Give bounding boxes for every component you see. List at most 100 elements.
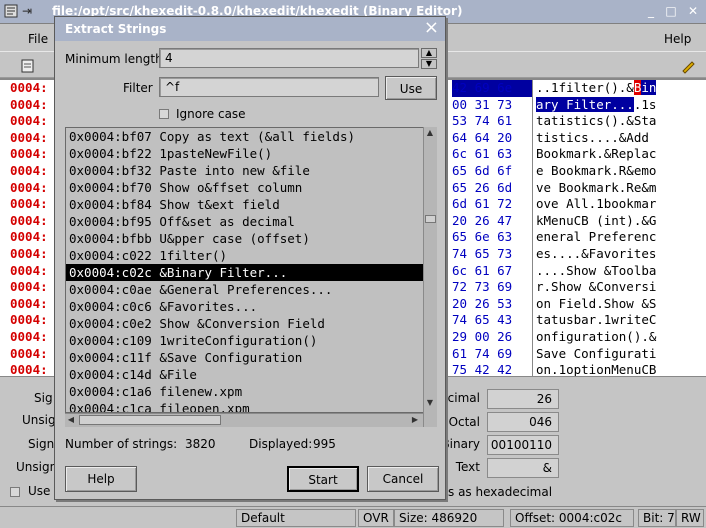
list-item[interactable]: 0x0004:c1a6 filenew.xpm	[66, 383, 426, 400]
hex-cell[interactable]: 65 6d 6f	[452, 163, 532, 180]
offset-cell: 0004:	[10, 295, 48, 311]
hex-cell[interactable]: 64 64 20	[452, 130, 532, 147]
list-item[interactable]: 0x0004:bfbb U&pper case (offset)	[66, 230, 426, 247]
hex-cell[interactable]: 6d 61 72	[452, 196, 532, 213]
list-item[interactable]: 0x0004:c11f &Save Configuration	[66, 349, 426, 366]
hex-cell[interactable]: 20 26 53	[452, 296, 532, 313]
list-item-offset: 0x0004:bf07	[69, 129, 152, 144]
use-checkbox[interactable]	[10, 487, 20, 497]
ascii-cell[interactable]: Save Configurati	[536, 346, 690, 363]
filter-use-button[interactable]: Use	[385, 76, 437, 100]
scroll-left-arrow-icon[interactable]: ◀	[65, 414, 77, 426]
hex-cell[interactable]: 53 74 61	[452, 113, 532, 130]
menu-help[interactable]: Help	[664, 32, 691, 46]
ascii-cell[interactable]: ve Bookmark.Re&m	[536, 180, 690, 197]
hex-cell[interactable]: 42 69 6e	[452, 80, 532, 97]
offset-cell: 0004:	[10, 229, 48, 245]
ascii-cell[interactable]: r.Show &Conversi	[536, 279, 690, 296]
maximize-button[interactable]: □	[664, 4, 678, 18]
hex-cell[interactable]: 61 74 69	[452, 346, 532, 363]
hex-cell[interactable]: 74 65 73	[452, 246, 532, 263]
list-item[interactable]: 0x0004:c022 1filter()	[66, 247, 426, 264]
list-item[interactable]: 0x0004:bf70 Show o&ffset column	[66, 179, 426, 196]
list-item[interactable]: 0x0004:c0ae &General Preferences...	[66, 281, 426, 298]
ascii-cell[interactable]: tatusbar.1writeC	[536, 312, 690, 329]
list-item[interactable]: 0x0004:bf84 Show t&ext field	[66, 196, 426, 213]
list-item[interactable]: 0x0004:bf22 1pasteNewFile()	[66, 145, 426, 162]
text-field[interactable]: &	[487, 458, 559, 478]
list-item-text: Show &Conversion Field	[159, 316, 325, 331]
hex-cell[interactable]: 29 00 26	[452, 329, 532, 346]
dialog-titlebar[interactable]: Extract Strings ×	[55, 17, 445, 41]
sticky-pin-icon[interactable]: ⇥	[22, 4, 32, 18]
dialog-close-icon[interactable]: ×	[424, 19, 439, 37]
minimize-button[interactable]: _	[644, 4, 658, 18]
hex-cell[interactable]: 20 26 47	[452, 213, 532, 230]
ascii-cell[interactable]: es....&Favorites	[536, 246, 690, 263]
octal-field[interactable]: 046	[487, 412, 559, 432]
list-item-text: 1filter()	[159, 248, 228, 263]
cancel-button[interactable]: Cancel	[367, 466, 439, 492]
scroll-right-arrow-icon[interactable]: ▶	[409, 414, 421, 426]
ascii-cell[interactable]: ove All.1bookmar	[536, 196, 690, 213]
hex-cell[interactable]: 6c 61 63	[452, 146, 532, 163]
ignore-case-checkbox[interactable]	[159, 109, 169, 119]
displayed-label: Displayed:	[249, 437, 313, 451]
min-length-input[interactable]: 4	[159, 48, 419, 68]
document-icon[interactable]	[20, 58, 36, 77]
close-window-button[interactable]: ✕	[686, 4, 700, 18]
statusbar: Default OVR Size: 486920 Offset: 0004:c0…	[0, 506, 706, 528]
ascii-cell[interactable]: Bookmark.&Replac	[536, 146, 690, 163]
hex-cell[interactable]: 65 6e 63	[452, 229, 532, 246]
ascii-column[interactable]: ..1filter().&Bin ary Filter....1s tatistic…	[532, 80, 690, 396]
pencil-icon[interactable]	[680, 58, 696, 77]
ascii-cell[interactable]: kMenuCB (int).&G	[536, 213, 690, 230]
hex-cell[interactable]: 74 65 43	[452, 312, 532, 329]
hex-cell[interactable]: 65 26 6d	[452, 180, 532, 197]
list-item[interactable]: 0x0004:bf07 Copy as text (&all fields)	[66, 128, 426, 145]
binary-field[interactable]: 00100110	[487, 435, 559, 455]
list-item[interactable]: 0x0004:c0e2 Show &Conversion Field	[66, 315, 426, 332]
ascii-cell[interactable]: eneral Preferenc	[536, 229, 690, 246]
list-vertical-scrollbar[interactable]: ▲ ▼	[423, 127, 437, 427]
list-item-text: &Favorites...	[159, 299, 258, 314]
ascii-cell[interactable]: ary Filter....1s	[536, 96, 690, 114]
hex-column[interactable]: 42 69 6e 00 31 73 53 74 61 64 64 20 6c 61 63…	[452, 80, 532, 395]
decimal-field[interactable]: 26	[487, 389, 559, 409]
scroll-down-arrow-icon[interactable]: ▼	[424, 397, 436, 409]
filter-input[interactable]: ^f	[159, 77, 379, 97]
ascii-cell[interactable]: ....Show &Toolba	[536, 263, 690, 280]
list-horizontal-scrollbar[interactable]: ◀ ▶	[65, 413, 423, 427]
hex-cell[interactable]: 00 31 73	[452, 97, 532, 114]
start-button[interactable]: Start	[287, 466, 359, 492]
ascii-cell[interactable]: onfiguration().&	[536, 329, 690, 346]
list-item[interactable]: 0x0004:c14d &File	[66, 366, 426, 383]
menu-file[interactable]: File	[28, 32, 48, 46]
strings-list[interactable]: 0x0004:bf07 Copy as text (&all fields) 0x…	[65, 127, 437, 413]
list-item-offset: 0x0004:c1ca	[69, 401, 152, 413]
list-item[interactable]: 0x0004:bf32 Paste into new &file	[66, 162, 426, 179]
ascii-cell[interactable]: ..1filter().&Bin	[536, 80, 690, 97]
horizontal-scroll-thumb[interactable]	[79, 415, 221, 425]
list-item-text: Paste into new &file	[159, 163, 310, 178]
ascii-cell[interactable]: on Field.Show &S	[536, 296, 690, 313]
ascii-cell[interactable]: e Bookmark.R&emo	[536, 163, 690, 180]
list-item[interactable]: 0x0004:c109 1writeConfiguration()	[66, 332, 426, 349]
help-button[interactable]: Help	[65, 466, 137, 492]
spin-up-button[interactable]: ▲	[421, 48, 437, 58]
list-item[interactable]: 0x0004:c02c &Binary Filter...	[66, 264, 426, 281]
conv-label-unsigned-16: Unsign	[16, 460, 58, 474]
ascii-cell[interactable]: tatistics().&Sta	[536, 113, 690, 130]
hex-cell[interactable]: 6c 61 67	[452, 263, 532, 280]
list-item-text: U&pper case (offset)	[159, 231, 310, 246]
hex-cell[interactable]: 72 73 69	[452, 279, 532, 296]
app-icon[interactable]	[4, 4, 18, 18]
vertical-scroll-thumb[interactable]	[425, 215, 436, 223]
list-item[interactable]: 0x0004:bf95 Off&set as decimal	[66, 213, 426, 230]
list-item[interactable]: 0x0004:c0c6 &Favorites...	[66, 298, 426, 315]
status-bit: Bit: 7	[638, 509, 676, 527]
scroll-up-arrow-icon[interactable]: ▲	[424, 127, 436, 139]
list-item[interactable]: 0x0004:c1ca fileopen.xpm	[66, 400, 426, 413]
ascii-cell[interactable]: tistics....&Add	[536, 130, 690, 147]
spin-down-button[interactable]: ▼	[421, 59, 437, 69]
